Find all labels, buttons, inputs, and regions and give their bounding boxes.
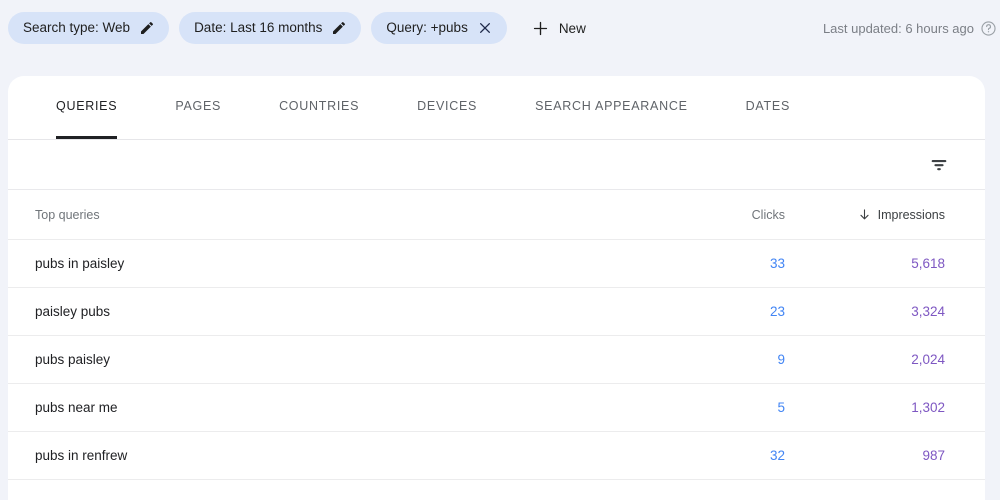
new-filter-button[interactable]: New <box>525 12 596 44</box>
table-row[interactable]: pubs in paisley 33 5,618 <box>8 240 985 288</box>
tab-pages[interactable]: PAGES <box>175 76 221 139</box>
table-body: pubs in paisley 33 5,618 paisley pubs 23… <box>8 240 985 480</box>
pencil-icon[interactable] <box>331 20 347 36</box>
cell-query: pubs in paisley <box>35 256 125 271</box>
tab-countries-label: COUNTRIES <box>279 99 360 113</box>
performance-card: QUERIES PAGES COUNTRIES DEVICES SEARCH A… <box>8 76 985 500</box>
tab-bar: QUERIES PAGES COUNTRIES DEVICES SEARCH A… <box>8 76 985 140</box>
cell-impressions: 5,618 <box>911 256 945 271</box>
column-header-clicks[interactable]: Clicks <box>635 208 785 222</box>
search-console-performance-page: Search type: Web Date: Last 16 months Qu… <box>0 0 1000 500</box>
tab-dates[interactable]: DATES <box>746 76 790 139</box>
tab-devices[interactable]: DEVICES <box>417 76 477 139</box>
close-icon[interactable] <box>477 20 493 36</box>
cell-clicks: 32 <box>769 448 785 463</box>
cell-clicks: 5 <box>777 400 785 415</box>
cell-query: paisley pubs <box>35 304 111 319</box>
cell-clicks: 9 <box>777 352 785 367</box>
cell-impressions: 1,302 <box>911 400 945 415</box>
cell-query: pubs in renfrew <box>35 448 128 463</box>
table-toolbar <box>8 140 985 190</box>
cell-impressions: 2,024 <box>911 352 945 367</box>
column-header-impressions-label: Impressions <box>877 207 945 222</box>
cell-clicks: 33 <box>769 256 785 271</box>
new-filter-label: New <box>558 20 586 36</box>
cell-query: pubs paisley <box>35 352 111 367</box>
last-updated: Last updated: 6 hours ago <box>822 20 996 37</box>
table-header: Top queries Clicks Impressions <box>8 190 985 240</box>
plus-icon <box>531 19 550 38</box>
table-row[interactable]: pubs in renfrew 32 987 <box>8 432 985 480</box>
chip-search-type[interactable]: Search type: Web <box>8 12 170 44</box>
chip-date[interactable]: Date: Last 16 months <box>179 12 362 44</box>
cell-impressions: 3,324 <box>911 304 945 319</box>
tab-search-appearance-label: SEARCH APPEARANCE <box>535 99 688 113</box>
last-updated-label: Last updated: 6 hours ago <box>822 20 974 36</box>
tab-devices-label: DEVICES <box>417 99 478 113</box>
filter-bar: Search type: Web Date: Last 16 months Qu… <box>0 0 1000 56</box>
tab-dates-label: DATES <box>745 99 791 113</box>
column-header-queries[interactable]: Top queries <box>35 208 635 222</box>
cell-query: pubs near me <box>35 400 118 415</box>
table-row[interactable]: pubs near me 5 1,302 <box>8 384 985 432</box>
help-circle-icon[interactable] <box>980 20 997 37</box>
chip-query[interactable]: Query: +pubs <box>371 12 507 44</box>
tab-queries-label: QUERIES <box>56 99 118 113</box>
arrow-down-icon <box>858 208 871 221</box>
filter-list-icon[interactable] <box>928 154 950 176</box>
cell-impressions: 987 <box>922 448 945 463</box>
chip-search-type-label: Search type: Web <box>23 20 131 36</box>
tab-queries[interactable]: QUERIES <box>56 76 118 139</box>
chip-date-label: Date: Last 16 months <box>194 20 323 36</box>
column-header-impressions[interactable]: Impressions <box>785 208 945 222</box>
chip-query-label: Query: +pubs <box>386 20 468 36</box>
tab-countries[interactable]: COUNTRIES <box>279 76 359 139</box>
cell-clicks: 23 <box>769 304 785 319</box>
tab-search-appearance[interactable]: SEARCH APPEARANCE <box>535 76 688 139</box>
pencil-icon[interactable] <box>139 20 155 36</box>
tab-pages-label: PAGES <box>175 99 222 113</box>
table-row[interactable]: paisley pubs 23 3,324 <box>8 288 985 336</box>
table-row[interactable]: pubs paisley 9 2,024 <box>8 336 985 384</box>
